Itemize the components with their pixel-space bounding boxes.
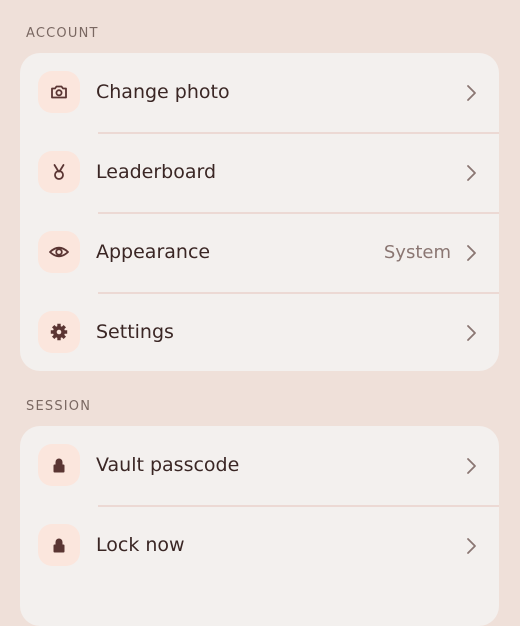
lock-icon (38, 524, 80, 566)
chevron-right-icon (467, 325, 476, 341)
list-item-appearance[interactable]: Appearance System (20, 212, 499, 293)
list-item-leaderboard[interactable]: Leaderboard (20, 132, 499, 213)
session-card: Vault passcode Lock now (20, 426, 499, 626)
medal-icon (38, 151, 80, 193)
list-item-label: Change photo (96, 81, 230, 103)
account-card: Change photo Leaderboard Appearance Syst… (20, 53, 499, 371)
chevron-right-icon (467, 165, 476, 181)
list-item-label: Appearance (96, 241, 211, 263)
appearance-value: System (383, 242, 451, 263)
gear-icon (38, 311, 80, 353)
list-item-label: Lock now (96, 534, 185, 556)
list-item-label: Leaderboard (96, 161, 217, 183)
list-item-label: Vault passcode (96, 454, 240, 476)
list-item-lock-now[interactable]: Lock now (20, 505, 499, 586)
list-item-settings[interactable]: Settings (20, 292, 499, 371)
chevron-right-icon (467, 85, 476, 101)
list-item-change-photo[interactable]: Change photo (20, 53, 499, 133)
section-header-session: SESSION (26, 399, 92, 414)
section-header-account: ACCOUNT (26, 26, 99, 41)
chevron-right-icon (467, 458, 476, 474)
eye-icon (38, 231, 80, 273)
camera-icon (38, 71, 80, 113)
list-item-vault-passcode[interactable]: Vault passcode (20, 426, 499, 506)
lock-icon (38, 444, 80, 486)
chevron-right-icon (467, 538, 476, 554)
chevron-right-icon (467, 245, 476, 261)
list-item-label: Settings (96, 321, 174, 343)
